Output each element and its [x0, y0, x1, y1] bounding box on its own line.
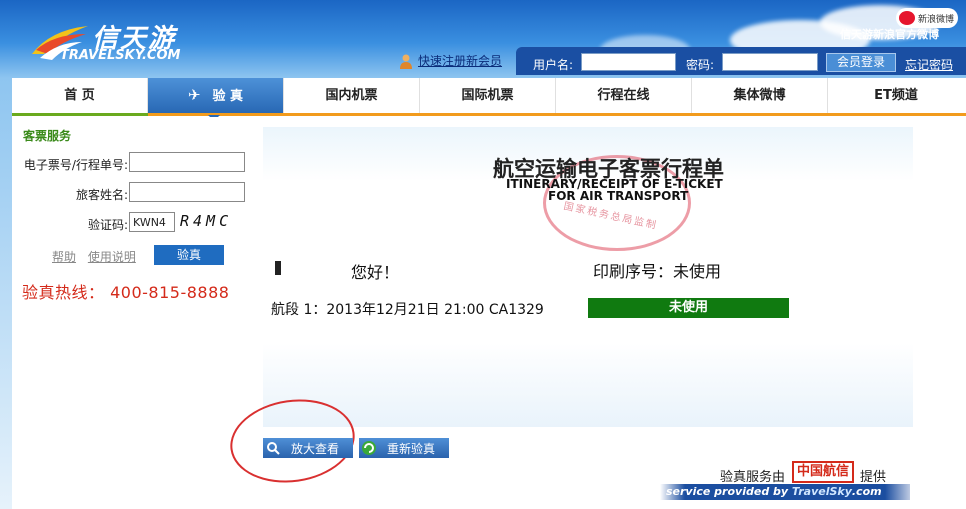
- hotline-text: 验真热线： 400-815-8888: [22, 283, 230, 302]
- china-travelsky-logo: 中国航信: [792, 461, 854, 483]
- username-input[interactable]: [581, 53, 676, 71]
- login-bar: 用户名: 密码: 会员登录 忘记密码: [516, 47, 966, 75]
- greeting-text: 您好！: [351, 263, 400, 282]
- ticket-number-input[interactable]: [129, 152, 245, 172]
- ticket-title-en-2: FOR AIR TRANSPORT: [548, 189, 689, 203]
- help-links: 帮助 使用说明: [52, 248, 144, 265]
- guide-link[interactable]: 使用说明: [88, 250, 136, 264]
- flight-segment: 航段 1：2013年12月21日 21:00 CA1329: [271, 302, 544, 318]
- register-area: 快速注册新会员: [398, 52, 502, 69]
- forgot-password-link[interactable]: 忘记密码: [905, 56, 953, 73]
- user-icon: [400, 54, 412, 69]
- nav-international[interactable]: 国际机票: [420, 78, 556, 113]
- passenger-name-redacted: [275, 261, 347, 277]
- nav-home[interactable]: 首 页: [12, 78, 148, 116]
- service-by-text: 验真服务由: [720, 470, 786, 485]
- password-input[interactable]: [722, 53, 818, 71]
- nav-et-channel[interactable]: ET频道: [828, 78, 964, 113]
- username-label: 用户名:: [533, 58, 574, 72]
- weibo-icon: [899, 11, 915, 25]
- passenger-name-input[interactable]: [129, 182, 245, 202]
- zoom-view-button[interactable]: 放大查看: [263, 438, 354, 458]
- weibo-badge-label: 新浪微博: [918, 14, 955, 25]
- reverify-label: 重新验真: [387, 441, 436, 456]
- service-provided-bar: service provided by TravelSky.com: [660, 484, 910, 500]
- zoom-view-label: 放大查看: [291, 441, 340, 456]
- provide-text: 提供: [860, 470, 887, 485]
- travelsky-logo[interactable]: 信天游 TRAVELSKY.COM: [30, 12, 220, 67]
- action-buttons: 放大查看 重新验真: [263, 438, 455, 458]
- name-row: 旅客姓名:: [12, 182, 262, 204]
- nav-domestic[interactable]: 国内机票: [284, 78, 420, 113]
- password-label: 密码:: [686, 58, 715, 72]
- plane-icon: ✈: [187, 86, 201, 104]
- panel-title: 客票服务: [23, 129, 72, 143]
- ticket-row: 电子票号/行程单号:: [12, 152, 262, 174]
- service-provided-text: service provided by: [666, 485, 789, 498]
- help-link[interactable]: 帮助: [52, 250, 76, 264]
- verify-button[interactable]: 验真: [154, 245, 224, 265]
- magnifier-icon: [263, 438, 283, 458]
- nav-itinerary[interactable]: 行程在线: [556, 78, 692, 113]
- dotcom-text: .com: [851, 485, 882, 498]
- ticket-service-panel: 客票服务 电子票号/行程单号: 旅客姓名: 验证码: R4MC 帮助 使用说明 …: [12, 117, 262, 317]
- weibo-badge[interactable]: 新浪微博: [896, 8, 958, 28]
- captcha-image[interactable]: R4MC: [180, 212, 250, 232]
- captcha-label: 验证码:: [87, 218, 128, 232]
- logo-en-text: TRAVELSKY.COM: [60, 48, 181, 63]
- ticket-number-label: 电子票号/行程单号:: [23, 158, 128, 172]
- weibo-official-link[interactable]: 信天游新浪官方微博: [840, 26, 939, 42]
- captcha-input[interactable]: [129, 212, 175, 232]
- register-link[interactable]: 快速注册新会员: [418, 52, 502, 69]
- reverify-button[interactable]: 重新验真: [359, 438, 450, 458]
- nav-weibo[interactable]: 集体微博: [692, 78, 828, 113]
- header-banner: 信天游 TRAVELSKY.COM 新浪微博 信天游新浪官方微博 快速注册新会员…: [0, 0, 966, 78]
- ticket-status-badge: 未使用: [588, 298, 789, 318]
- passenger-name-label: 旅客姓名:: [75, 188, 128, 202]
- travelsky-brand: TravelSky: [791, 485, 852, 498]
- nav-verify[interactable]: ✈ 验 真: [148, 78, 284, 121]
- serial-number-text: 印刷序号：未使用: [593, 262, 722, 281]
- main-nav: 首 页 ✈ 验 真 国内机票 国际机票 行程在线 集体微博 ET频道: [12, 78, 966, 121]
- left-decoration: [0, 78, 12, 509]
- ticket-result-panel: 国家税务总局监制 航空运输电子客票行程单 ITINERARY/RECEIPT O…: [263, 127, 913, 427]
- captcha-row: 验证码: R4MC: [12, 212, 262, 234]
- nav-verify-label: 验 真: [212, 89, 244, 104]
- refresh-icon: [359, 438, 379, 458]
- login-button[interactable]: 会员登录: [826, 53, 896, 72]
